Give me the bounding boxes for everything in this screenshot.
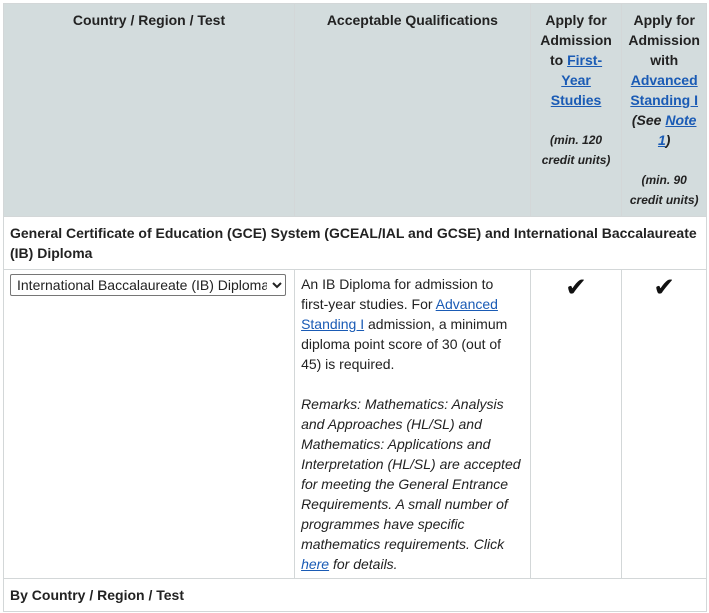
footer-title: By Country / Region / Test (3, 578, 707, 612)
first-year-check-cell: ✔ (529, 269, 623, 579)
header-advanced-standing: Apply for Admission with Advanced Standi… (621, 3, 707, 217)
footer-row: By Country / Region / Test (3, 578, 707, 612)
header-acceptable-qualifications: Acceptable Qualifications (294, 3, 531, 217)
here-link[interactable]: here (301, 556, 329, 572)
qualification-select[interactable]: International Baccalaureate (IB) Diploma (10, 274, 286, 296)
header-country-region-test: Country / Region / Test (2, 3, 296, 217)
advanced-standing-link[interactable]: Advanced Standing I (630, 72, 698, 108)
first-year-check-icon: ✔ (565, 272, 587, 302)
qualification-description: An IB Diploma for admission to first-yea… (294, 269, 531, 579)
country-select-cell: International Baccalaureate (IB) Diploma (2, 269, 296, 579)
advanced-min-credits: (min. 90 credit units) (629, 173, 699, 207)
qualification-text: An IB Diploma for admission to first-yea… (301, 274, 524, 374)
remarks-pre: Remarks: Mathematics: Analysis and Appro… (301, 396, 521, 552)
remarks-text: Remarks: Mathematics: Analysis and Appro… (301, 394, 524, 574)
advanced-check-cell: ✔ (621, 269, 707, 579)
see-note-pre: (See (631, 112, 666, 128)
header-row: Country / Region / Test Acceptable Quali… (2, 3, 707, 217)
header-first-year: Apply for Admission to First-Year Studie… (529, 3, 623, 217)
first-year-min-credits: (min. 120 credit units) (541, 133, 611, 167)
remarks-post: for details. (329, 556, 398, 572)
see-note-post: ) (665, 132, 671, 148)
advanced-check-icon: ✔ (653, 272, 676, 302)
admission-requirements-table: Country / Region / Test Acceptable Quali… (2, 3, 707, 612)
section-row: General Certificate of Education (GCE) S… (3, 216, 707, 270)
qualification-row: International Baccalaureate (IB) Diploma… (2, 269, 707, 579)
section-title: General Certificate of Education (GCE) S… (3, 216, 707, 270)
header-advanced-text: Apply for Admission with (628, 12, 700, 68)
